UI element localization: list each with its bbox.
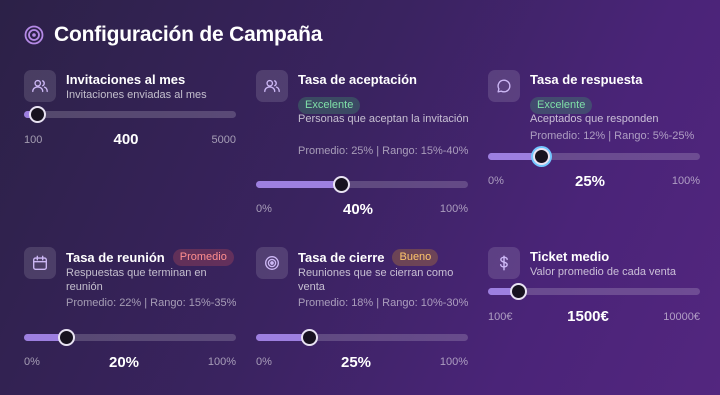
slider-current-value: 40% [342, 201, 374, 218]
card-description: Aceptados que responden [530, 113, 659, 125]
card-description: Invitaciones enviadas al mes [66, 89, 207, 101]
card-respuesta: Tasa de respuesta Excelente Aceptados qu… [488, 70, 700, 190]
card-aceptacion: Tasa de aceptación Excelente Personas qu… [256, 70, 469, 220]
slider-thumb[interactable] [58, 329, 75, 346]
respuesta-slider[interactable] [488, 148, 700, 165]
page-header: Configuración de Campaña [24, 22, 322, 48]
slider-min-label: 0% [256, 356, 272, 368]
card-stats: Promedio: 12% | Rango: 5%-25% [530, 130, 695, 142]
users-icon [24, 70, 56, 102]
slider-max-label: 100% [207, 356, 236, 368]
slider-thumb[interactable] [333, 176, 350, 193]
slider-current-value: 25% [574, 173, 606, 190]
slider-min-label: 0% [488, 175, 504, 187]
card-description: Respuestas que terminan en reunión [66, 267, 207, 293]
reunion-slider[interactable] [24, 329, 236, 346]
card-invitaciones: Invitaciones al mes Invitaciones enviada… [24, 70, 236, 150]
status-badge: Promedio [172, 249, 234, 266]
slider-fill [256, 181, 341, 188]
status-badge: Bueno [392, 249, 439, 266]
slider-min-label: 100€ [488, 311, 513, 323]
chat-bubble-icon [488, 70, 520, 102]
card-label: Tasa de aceptación [298, 72, 417, 87]
target-icon [256, 247, 288, 279]
slider-max-label: 10000€ [663, 311, 700, 323]
slider-max-label: 100% [439, 203, 468, 215]
card-stats: Promedio: 25% | Rango: 15%-40% [298, 145, 469, 157]
slider-current-value: 400 [113, 131, 139, 148]
slider-thumb[interactable] [301, 329, 318, 346]
slider-current-value: 25% [340, 354, 372, 371]
card-cierre: Tasa de cierre Bueno Reuniones que se cie… [256, 247, 468, 372]
slider-max-label: 5000 [211, 134, 236, 146]
status-badge: Excelente [530, 97, 593, 114]
card-reunion: Tasa de reunión Promedio Respuestas que t… [24, 247, 236, 372]
target-icon [24, 25, 44, 45]
card-stats: Promedio: 18% | Rango: 10%-30% [298, 297, 469, 309]
slider-current-value: 1500€ [567, 308, 609, 325]
calendar-icon [24, 247, 56, 279]
card-label: Ticket medio [530, 249, 610, 264]
card-description: Reuniones que se cierran como venta [298, 267, 454, 293]
slider-min-label: 0% [256, 203, 272, 215]
card-description: Personas que aceptan la invitación [298, 113, 469, 125]
card-label: Tasa de reunión Promedio [66, 249, 234, 266]
slider-max-label: 100% [439, 356, 468, 368]
slider-current-value: 20% [108, 354, 140, 371]
cierre-slider[interactable] [256, 329, 468, 346]
slider-min-label: 100 [24, 134, 43, 146]
slider-min-label: 0% [24, 356, 40, 368]
card-label: Tasa de cierre Bueno [298, 249, 439, 266]
page-title: Configuración de Campaña [54, 23, 323, 46]
slider-thumb[interactable] [533, 148, 550, 165]
aceptacion-slider[interactable] [256, 176, 468, 193]
card-label: Invitaciones al mes [66, 72, 186, 87]
slider-thumb[interactable] [29, 106, 46, 123]
invitaciones-slider[interactable] [24, 106, 236, 123]
card-stats: Promedio: 22% | Rango: 15%-35% [66, 297, 237, 309]
status-badge: Excelente [298, 97, 361, 114]
ticket-slider[interactable] [488, 283, 700, 300]
card-ticket: Ticket medio Valor promedio de cada vent… [488, 247, 700, 327]
slider-max-label: 100% [671, 175, 700, 187]
slider-thumb[interactable] [510, 283, 527, 300]
card-label: Tasa de respuesta [530, 72, 643, 87]
users-icon [256, 70, 288, 102]
dollar-icon [488, 247, 520, 279]
card-description: Valor promedio de cada venta [530, 266, 676, 278]
